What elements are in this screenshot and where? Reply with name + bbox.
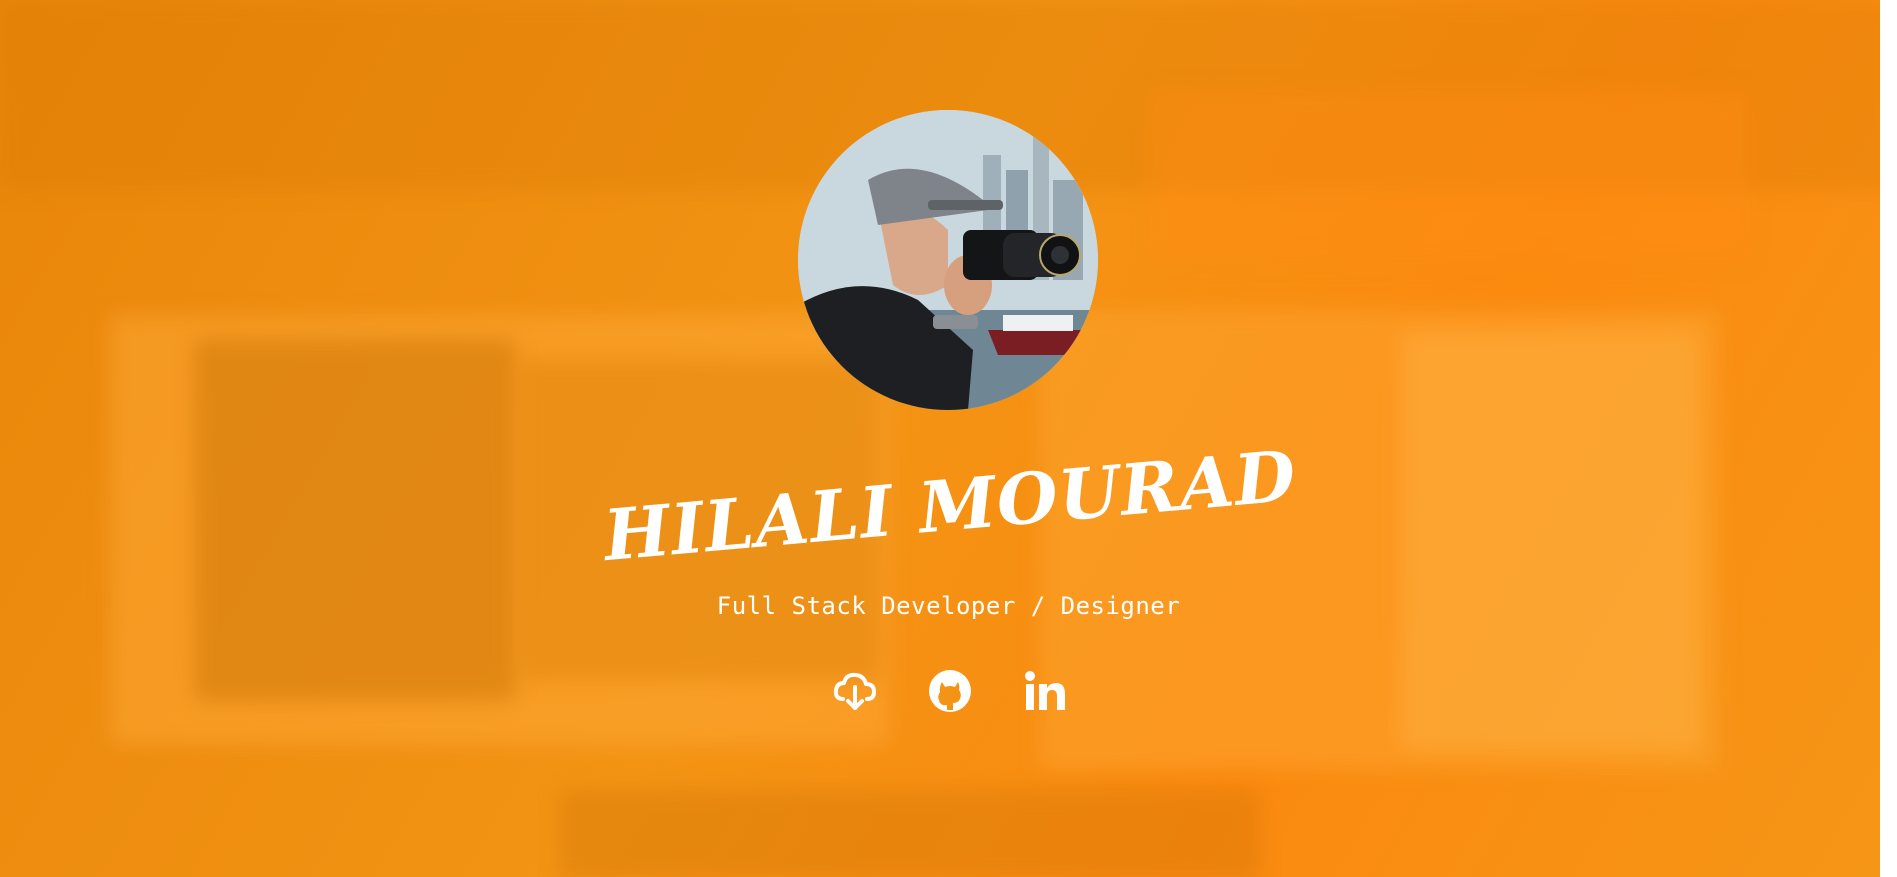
background-blur-shape [1150, 90, 1750, 260]
github-link[interactable] [925, 666, 975, 716]
cloud-download-icon [833, 672, 876, 710]
social-links [830, 665, 1070, 717]
background-blur-shape [195, 340, 515, 700]
download-cv-link[interactable] [830, 666, 880, 716]
avatar [798, 110, 1098, 410]
linkedin-link[interactable] [1020, 666, 1070, 716]
github-icon [929, 670, 971, 712]
avatar-photo [798, 110, 1098, 410]
linkedin-icon [1025, 671, 1065, 710]
background-blur-shape [560, 790, 1260, 877]
owner-role: Full Stack Developer / Designer [716, 592, 1181, 620]
page-edge [1880, 0, 1897, 877]
background-blur-shape [1400, 330, 1700, 750]
